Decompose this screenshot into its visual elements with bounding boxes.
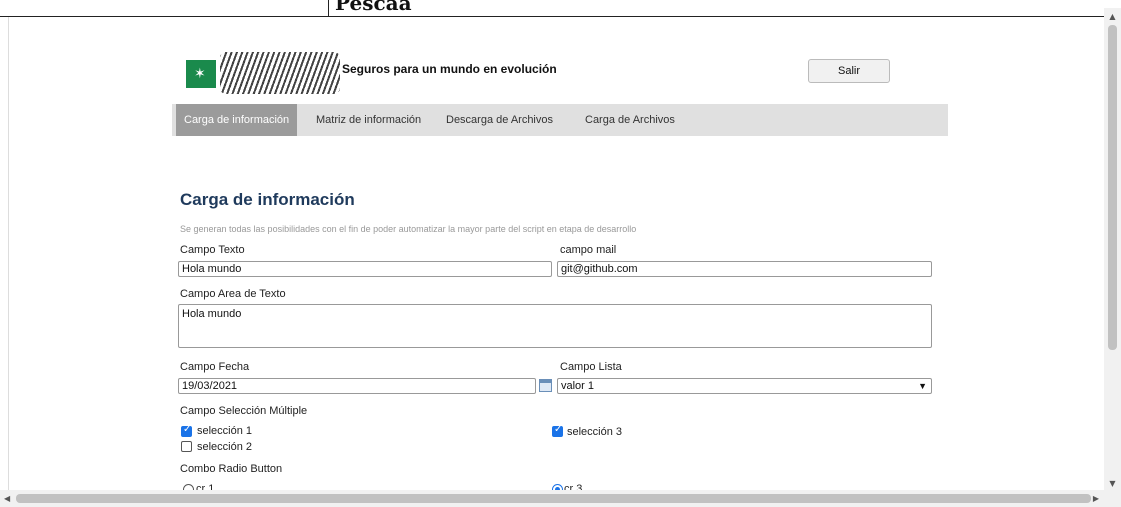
checkbox-seleccion-2-label: selección 2 — [197, 441, 253, 453]
logo-stripes — [220, 52, 340, 94]
nav-carga-archivos[interactable]: Carga de Archivos — [577, 104, 683, 136]
scroll-down-icon[interactable]: ▼ — [1108, 479, 1117, 488]
textarea-field[interactable]: Hola mundo — [178, 304, 932, 348]
chevron-down-icon: ▼ — [918, 381, 927, 391]
list-select-value: valor 1 — [561, 380, 595, 392]
checkbox-seleccion-1[interactable] — [181, 424, 192, 437]
date-field[interactable]: 19/03/2021 — [178, 378, 536, 394]
list-select[interactable]: valor 1 ▼ — [557, 378, 932, 394]
scroll-left-icon[interactable]: ◀ — [4, 494, 10, 503]
nav-matriz-informacion[interactable]: Matriz de información — [308, 104, 429, 136]
page-description: Se generan todas las posibilidades con e… — [180, 224, 637, 234]
calendar-icon[interactable] — [539, 379, 552, 392]
top-strip: Pescaa — [0, 0, 1121, 17]
vertical-scroll-thumb[interactable] — [1108, 25, 1117, 350]
textarea-label: Campo Area de Texto — [180, 288, 286, 300]
horizontal-scrollbar[interactable]: ◀ ▶ — [0, 490, 1121, 507]
text-field[interactable]: Hola mundo — [178, 261, 552, 277]
mail-field[interactable]: git@github.com — [557, 261, 932, 277]
company-logo: ✶ — [186, 50, 340, 94]
checkbox-seleccion-1-label: selección 1 — [197, 425, 253, 437]
logo-green-square: ✶ — [186, 60, 216, 88]
horizontal-scroll-thumb[interactable] — [16, 494, 1091, 503]
page-title: Carga de información — [180, 190, 355, 209]
top-strip-text: Pescaa — [328, 0, 412, 16]
checkbox-seleccion-3-label: selección 3 — [567, 426, 623, 438]
radio-group-label: Combo Radio Button — [180, 463, 283, 475]
nav-carga-informacion[interactable]: Carga de información — [176, 104, 298, 136]
text-field-label: Campo Texto — [180, 244, 245, 256]
checkbox-seleccion-2[interactable] — [181, 441, 192, 452]
scroll-up-icon[interactable]: ▲ — [1108, 12, 1117, 21]
vertical-scrollbar[interactable]: ▲ ▼ — [1104, 8, 1121, 490]
multi-select-label: Campo Selección Múltiple — [180, 405, 308, 417]
checkbox-seleccion-3[interactable] — [552, 424, 563, 437]
list-field-label: Campo Lista — [560, 361, 622, 373]
nav-bar: Carga de información Matriz de informaci… — [172, 104, 948, 136]
date-field-label: Campo Fecha — [180, 361, 250, 373]
mail-field-label: campo mail — [560, 244, 617, 256]
logout-button[interactable]: Salir — [808, 59, 890, 83]
scroll-right-icon[interactable]: ▶ — [1093, 494, 1099, 503]
tagline: Seguros para un mundo en evolución — [342, 62, 557, 76]
nav-descarga-archivos[interactable]: Descarga de Archivos — [438, 104, 561, 136]
header: ✶ Seguros para un mundo en evolución Sal… — [178, 40, 948, 98]
